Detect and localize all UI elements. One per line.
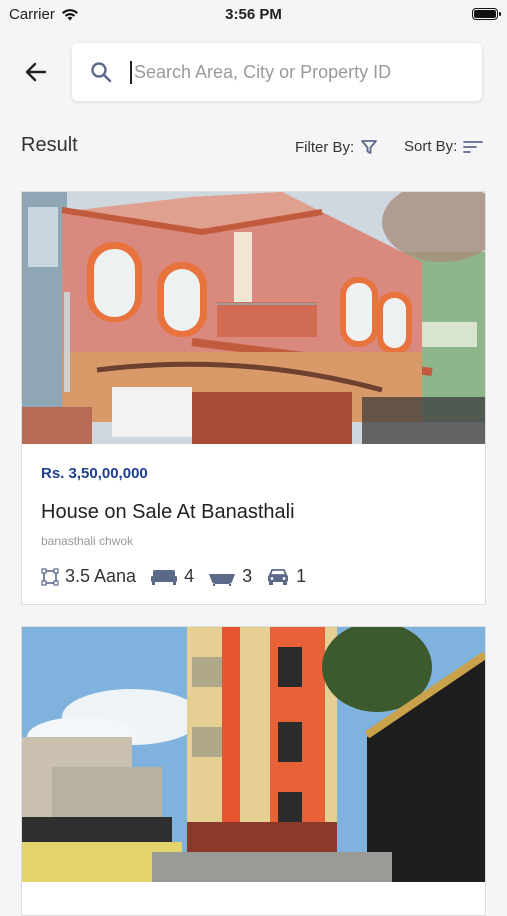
property-card[interactable] — [21, 626, 486, 916]
property-photo[interactable] — [22, 627, 485, 882]
result-heading: Result — [21, 134, 78, 156]
bed-icon — [151, 569, 178, 585]
filter-button[interactable]: Filter By: — [295, 138, 378, 156]
sort-label: Sort By: — [404, 138, 458, 155]
filter-icon — [361, 140, 378, 154]
bedrooms-value: 4 — [184, 566, 195, 586]
bathtub-icon — [209, 573, 236, 586]
status-bar: Carrier 3:56 PM — [0, 0, 507, 30]
back-arrow-icon[interactable] — [22, 58, 50, 86]
feature-bathrooms: 3 — [208, 566, 252, 587]
sort-icon — [463, 140, 484, 153]
bathrooms-value: 3 — [242, 566, 253, 586]
search-bar[interactable] — [72, 43, 482, 101]
area-icon — [41, 567, 59, 586]
property-title[interactable]: House on Sale At Banasthali — [41, 501, 295, 524]
filter-label: Filter By: — [295, 138, 355, 156]
property-photo[interactable] — [22, 192, 485, 444]
feature-bedrooms: 4 — [150, 566, 194, 587]
property-location: banasthali chwok — [41, 534, 134, 548]
property-price: Rs. 3,50,00,000 — [41, 465, 148, 482]
parking-value: 1 — [296, 566, 307, 586]
property-card[interactable]: Rs. 3,50,00,000 House on Sale At Banasth… — [21, 191, 486, 605]
property-features: 3.5 Aana 4 3 1 — [41, 566, 320, 587]
clock: 3:56 PM — [225, 6, 282, 23]
area-value: 3.5 Aana — [65, 566, 137, 586]
search-icon — [91, 62, 112, 83]
sort-button[interactable]: Sort By: — [404, 138, 484, 155]
feature-parking: 1 — [266, 566, 306, 587]
feature-area: 3.5 Aana — [41, 566, 136, 587]
car-icon — [268, 568, 289, 585]
search-input[interactable] — [130, 60, 456, 84]
battery-icon — [472, 8, 501, 20]
